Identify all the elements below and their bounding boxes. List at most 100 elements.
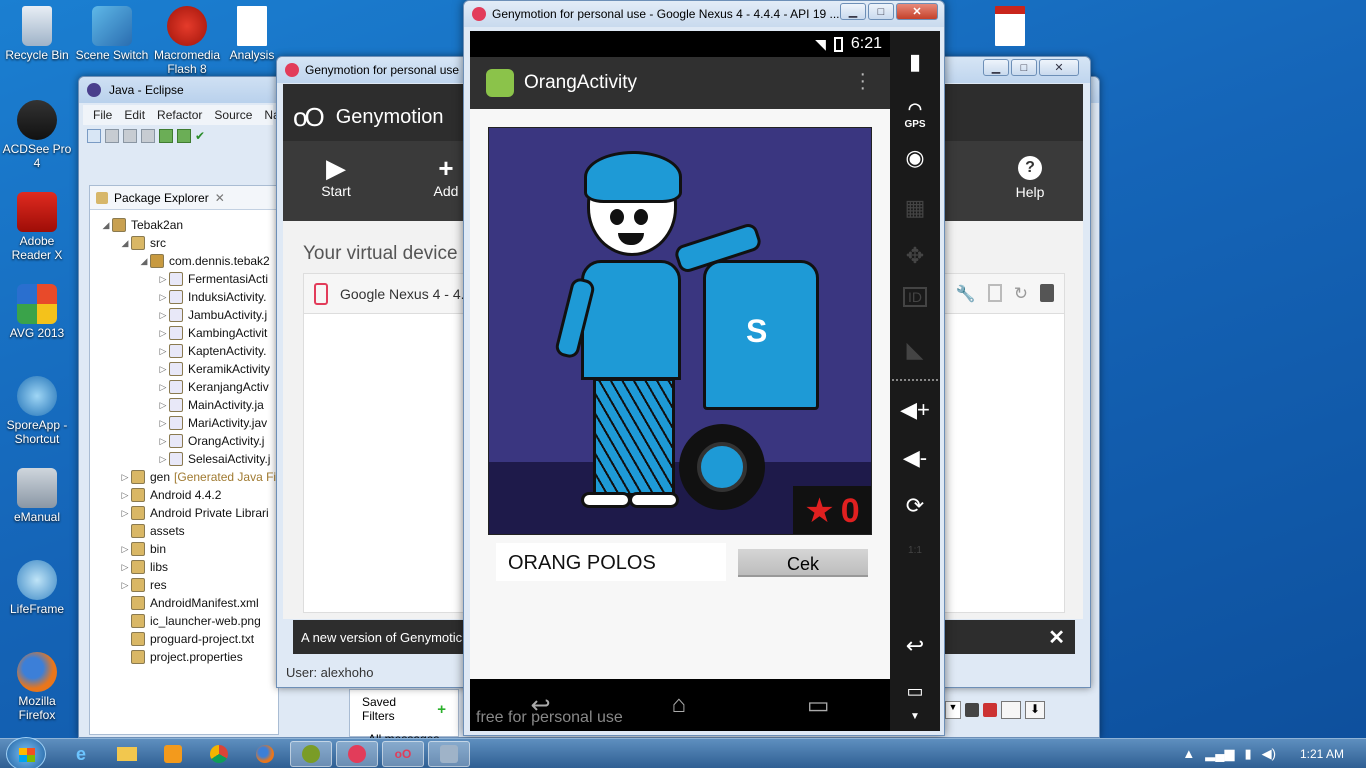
new-icon[interactable] [87,129,101,143]
checkmark-icon[interactable]: ✔ [195,129,209,143]
close-tab-icon[interactable]: ✕ [215,191,225,205]
expand-twisty-icon[interactable]: ▷ [157,310,169,321]
expand-twisty-icon[interactable]: ▷ [157,400,169,411]
taskbar-genymotion-player[interactable]: oO [382,741,424,767]
minimize-button[interactable]: ▁ [983,59,1009,76]
taskbar-clock[interactable]: 1:21 AM [1300,747,1344,761]
expand-twisty-icon[interactable]: ▷ [119,490,131,501]
device-id-widget-icon[interactable]: ID [890,287,940,307]
print-icon[interactable] [141,129,155,143]
reset-icon[interactable]: ↻ [1014,284,1028,304]
expand-twisty-icon[interactable]: ▷ [157,454,169,465]
toggle-view-icon[interactable] [1001,701,1021,719]
save-all-icon[interactable] [123,129,137,143]
tree-item[interactable]: ◢ src [119,234,166,252]
taskbar-explorer[interactable] [106,741,148,767]
network-widget-icon[interactable]: ◣ [890,337,940,363]
tree-item[interactable]: ▷ libs [119,558,168,576]
scroll-lock-icon[interactable]: ⬇ [1025,701,1045,719]
tree-item[interactable]: ▷ SelesaiActivity.j [157,450,270,468]
delete-icon[interactable] [1040,284,1054,302]
tree-item[interactable]: proguard-project.txt [119,630,254,648]
emulator-window[interactable]: Genymotion for personal use - Google Nex… [463,0,945,736]
expand-twisty-icon[interactable]: ▷ [119,544,131,555]
tree-item[interactable]: ▷ OrangActivity.j [157,432,264,450]
maximize-button[interactable]: □ [1011,59,1037,76]
power-icon[interactable]: ▮ [1245,746,1252,762]
emanual-shortcut[interactable]: eManual [0,468,74,524]
adobe-reader-shortcut[interactable]: Adobe Reader X [0,192,74,262]
taskbar-firefox[interactable] [244,741,286,767]
tree-item[interactable]: ▷ bin [119,540,166,558]
tree-item[interactable]: project.properties [119,648,243,666]
back-button-icon[interactable]: ↩ [890,633,940,659]
help-button[interactable]: ? Help [1007,153,1053,200]
expand-twisty-icon[interactable]: ▷ [157,346,169,357]
expand-twisty-icon[interactable]: ▷ [119,472,131,483]
battery-widget-icon[interactable]: ▮ [890,49,940,75]
expand-twisty-icon[interactable]: ▷ [119,562,131,573]
download-icon[interactable] [159,129,173,143]
sidebar-scroll-down-icon[interactable]: ▼ [890,711,940,722]
tree-item[interactable]: ▷ KambingActivit [157,324,267,342]
expand-twisty-icon[interactable]: ▷ [157,274,169,285]
rotate-icon[interactable]: ⟳ [890,493,940,519]
android-screen[interactable]: ◥ 6:21 OrangActivity · · · S ★ 0 ORANG P… [470,31,890,731]
tree-item[interactable]: ▷ InduksiActivity. [157,288,266,306]
dropdown-arrow-icon[interactable]: ▼ [945,701,961,719]
start-button[interactable]: ▶ Start [313,153,359,199]
expand-twisty-icon[interactable]: ▷ [157,364,169,375]
android-sdk-icon[interactable] [177,129,191,143]
package-explorer-tab[interactable]: Package Explorer ✕ [90,186,278,210]
add-filter-icon[interactable]: + [437,701,446,718]
expand-twisty-icon[interactable]: ▷ [157,328,169,339]
answer-input[interactable]: ORANG POLOS [496,543,726,581]
network-icon[interactable]: ▂▄▆ [1205,746,1234,762]
webcam-widget-icon[interactable]: ◉ [890,145,940,171]
firefox-shortcut[interactable]: Mozilla Firefox [0,652,74,722]
expand-twisty-icon[interactable]: ◢ [119,238,131,249]
close-button[interactable]: ✕ [896,3,938,20]
show-hidden-icons-icon[interactable]: ▲ [1182,746,1195,762]
clear-log-icon[interactable] [983,703,997,717]
close-button[interactable]: ✕ [1039,59,1079,76]
tree-item[interactable]: ▷ KeranjangActiv [157,378,269,396]
screencast-widget-icon[interactable]: ▦ [890,195,940,221]
tree-item[interactable]: assets [119,522,185,540]
expand-twisty-icon[interactable]: ◢ [138,256,150,267]
expand-twisty-icon[interactable]: ▷ [157,436,169,447]
taskbar-media-player[interactable] [152,741,194,767]
tree-item[interactable]: ▷ JambuActivity.j [157,306,267,324]
expand-twisty-icon[interactable]: ▷ [157,418,169,429]
tree-item[interactable]: ▷ res [119,576,167,594]
remote-control-widget-icon[interactable]: ✥ [890,243,940,269]
expand-twisty-icon[interactable]: ▷ [157,292,169,303]
menu-file[interactable]: File [87,108,118,122]
volume-up-icon[interactable]: ◀+ [890,397,940,423]
recycle-bin-shortcut[interactable]: Recycle Bin [0,6,74,62]
taskbar-ie[interactable]: e [60,741,102,767]
tree-item[interactable]: ▷ FermentasiActi [157,270,268,288]
lifeframe-shortcut[interactable]: LifeFrame [0,560,74,616]
recent-apps-icon[interactable]: ▭ [890,681,940,702]
sporeapp-shortcut[interactable]: SporeApp - Shortcut [0,376,74,446]
pixel-perfect-icon[interactable]: 1:1 [890,545,940,556]
menu-edit[interactable]: Edit [118,108,151,122]
expand-twisty-icon[interactable]: ▷ [157,382,169,393]
tree-item[interactable]: ▷ Android 4.4.2 [119,486,221,504]
tree-item[interactable]: ▷ KeramikActivity [157,360,270,378]
save-log-icon[interactable] [965,703,979,717]
avg-shortcut[interactable]: AVG 2013 [0,284,74,340]
menu-refactor[interactable]: Refactor [151,108,208,122]
tree-item[interactable]: AndroidManifest.xml [119,594,259,612]
taskbar-app[interactable] [428,741,470,767]
maximize-button[interactable]: □ [868,3,894,20]
pdf-shortcut[interactable] [985,6,1035,48]
taskbar-eclipse[interactable] [290,741,332,767]
flash-shortcut[interactable]: Macromedia Flash 8 [150,6,224,76]
taskbar-genymotion[interactable] [336,741,378,767]
taskbar-chrome[interactable] [198,741,240,767]
minimize-button[interactable]: ▁ [840,3,866,20]
tree-item[interactable]: ◢ Tebak2an [100,216,183,234]
volume-icon[interactable]: ◀) [1262,746,1276,762]
